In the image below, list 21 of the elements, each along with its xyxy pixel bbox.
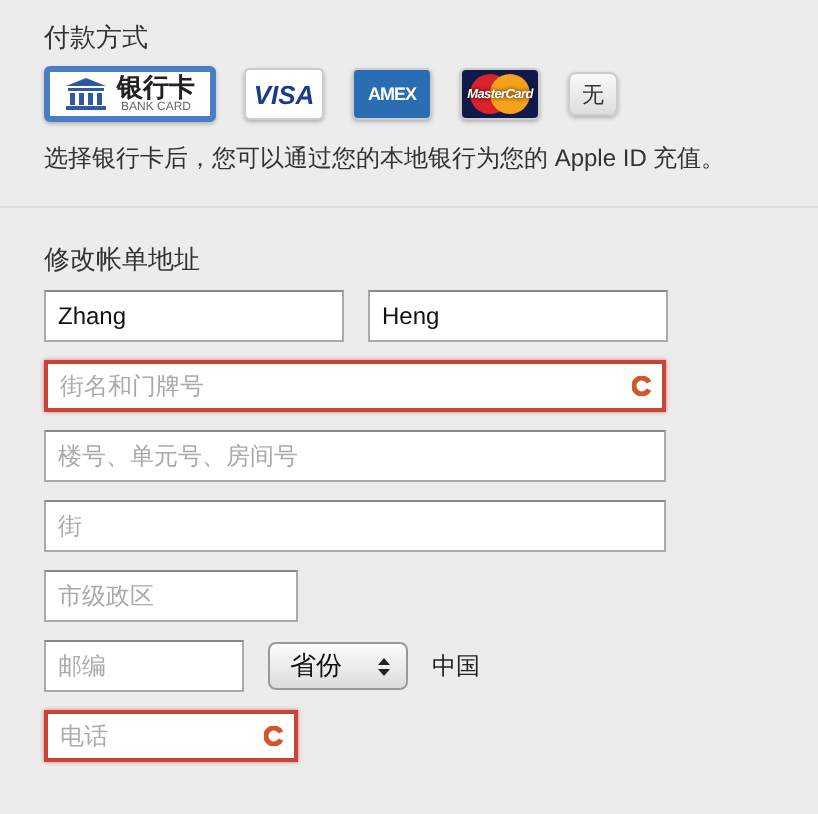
payment-note: 选择银行卡后，您可以通过您的本地银行为您的 Apple ID 充值。 bbox=[44, 142, 728, 176]
bank-card-label: 银行卡 bbox=[117, 74, 195, 100]
input-field[interactable]: 市级政区 bbox=[44, 570, 298, 622]
visa-option[interactable]: VISA bbox=[244, 68, 324, 120]
province-select[interactable]: 省份 bbox=[268, 642, 408, 690]
error-icon bbox=[632, 376, 652, 396]
input-field[interactable]: 邮编 bbox=[44, 640, 244, 692]
input-field[interactable]: Zhang bbox=[44, 290, 344, 342]
input-field[interactable]: 楼号、单元号、房间号 bbox=[44, 430, 666, 482]
input-field[interactable]: 街名和门牌号 bbox=[44, 360, 666, 412]
amex-option[interactable]: AMEX bbox=[352, 68, 432, 120]
updown-icon bbox=[378, 657, 390, 675]
input-field[interactable]: 电话 bbox=[44, 710, 298, 762]
none-option[interactable]: 无 bbox=[568, 72, 618, 116]
billing-title: 修改帐单地址 bbox=[44, 242, 202, 278]
error-icon bbox=[264, 726, 284, 746]
country-label: 中国 bbox=[432, 649, 480, 683]
input-field[interactable]: Heng bbox=[368, 290, 668, 342]
bank-icon bbox=[65, 78, 105, 110]
payment-title: 付款方式 bbox=[44, 20, 150, 56]
input-field[interactable]: 街 bbox=[44, 500, 666, 552]
